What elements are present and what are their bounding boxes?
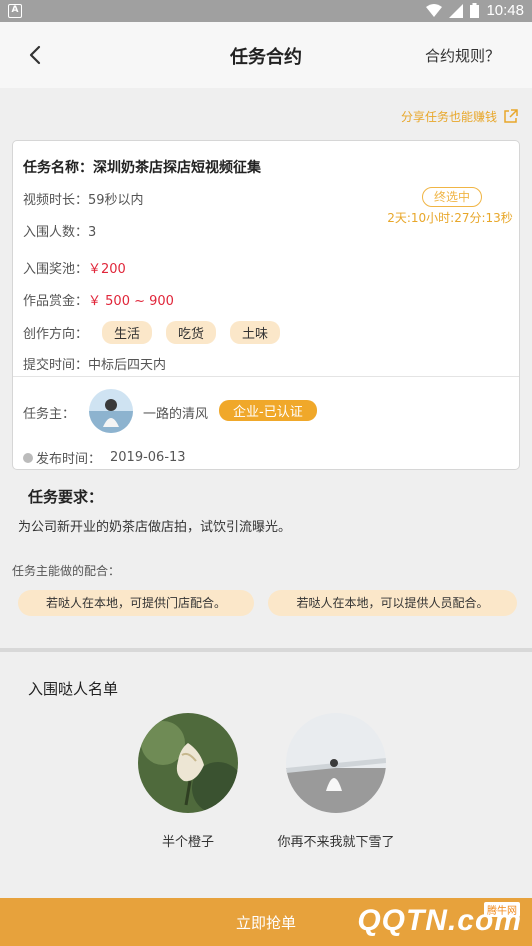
section-separator	[0, 648, 532, 652]
task-card: 任务名称：深圳奶茶店探店短视频征集 视频时长：59秒以内 入围人数：3 入围奖池…	[12, 140, 520, 470]
grab-order-bar[interactable]: 立即抢单 QQTN.com 腾牛网	[0, 898, 532, 946]
shortlist-title: 入围哒人名单	[28, 680, 119, 698]
tag-earthy: 土味	[230, 321, 281, 344]
share-label: 分享任务也能赚钱	[400, 110, 497, 124]
signal-icon	[449, 3, 464, 18]
clock-icon	[23, 452, 33, 463]
submit-time: 提交时间：中标后四天内	[23, 358, 167, 373]
watermark-tag: 腾牛网	[484, 902, 520, 917]
cooperation-item: 若哒人在本地，可以提供人员配合。	[268, 590, 517, 616]
cooperation-title: 任务主能做的配合：	[12, 564, 121, 578]
prize-label: 入围奖池：	[23, 262, 89, 277]
publish-time: 发布时间： 2019-06-13	[23, 448, 186, 467]
wifi-icon	[426, 3, 443, 17]
video-duration: 视频时长：59秒以内	[23, 193, 144, 208]
prize-pool: 入围奖池：￥200	[23, 258, 126, 277]
requirements-description: 为公司新开业的奶茶店做店拍，试饮引流曝光。	[18, 520, 292, 535]
owner-label: 任务主：	[23, 407, 76, 422]
watermark: QQTN.com 腾牛网	[357, 902, 522, 938]
countdown-timer: 2天:10小时:27分:13秒	[387, 211, 513, 225]
publish-date: 2019-06-13	[110, 450, 186, 465]
contract-rules-link[interactable]: 合约规则？	[425, 45, 500, 66]
status-bar: A 10:48	[0, 0, 532, 22]
person-avatar[interactable]	[286, 713, 386, 813]
work-reward: 作品赏金：￥ 500 ~ 900	[23, 290, 174, 309]
external-link-icon	[504, 109, 518, 123]
prize-value: ￥200	[88, 262, 126, 277]
cooperation-item: 若哒人在本地，可提供门店配合。	[18, 590, 254, 616]
reward-label: 作品赏金：	[23, 294, 89, 309]
reward-value: ￥ 500 ~ 900	[88, 294, 174, 309]
nav-bar: 任务合约 合约规则？	[0, 22, 532, 88]
clock: 10:48	[486, 2, 524, 19]
requirements-title: 任务要求：	[28, 488, 104, 506]
status-badge: 终选中	[422, 187, 482, 207]
direction-label: 创作方向：	[23, 327, 89, 342]
app-notification-icon: A	[8, 4, 22, 18]
tag-foodie: 吃货	[166, 321, 217, 344]
shortlist-count: 入围人数：3	[23, 225, 97, 240]
shortlist-person[interactable]: 你再不来我就下雪了	[246, 713, 426, 850]
owner-name: 一路的清风	[143, 407, 209, 422]
battery-icon	[470, 3, 480, 18]
person-avatar[interactable]	[138, 713, 238, 813]
owner-avatar[interactable]	[89, 389, 133, 433]
publish-label: 发布时间：	[36, 452, 102, 467]
tag-life: 生活	[102, 321, 153, 344]
creative-direction: 创作方向： 生活 吃货 土味	[23, 321, 281, 344]
verified-badge: 企业-已认证	[219, 400, 317, 421]
share-task-link[interactable]: 分享任务也能赚钱	[401, 108, 518, 125]
person-name: 你再不来我就下雪了	[277, 835, 395, 850]
task-name: 任务名称：深圳奶茶店探店短视频征集	[23, 160, 261, 176]
divider	[13, 376, 519, 377]
